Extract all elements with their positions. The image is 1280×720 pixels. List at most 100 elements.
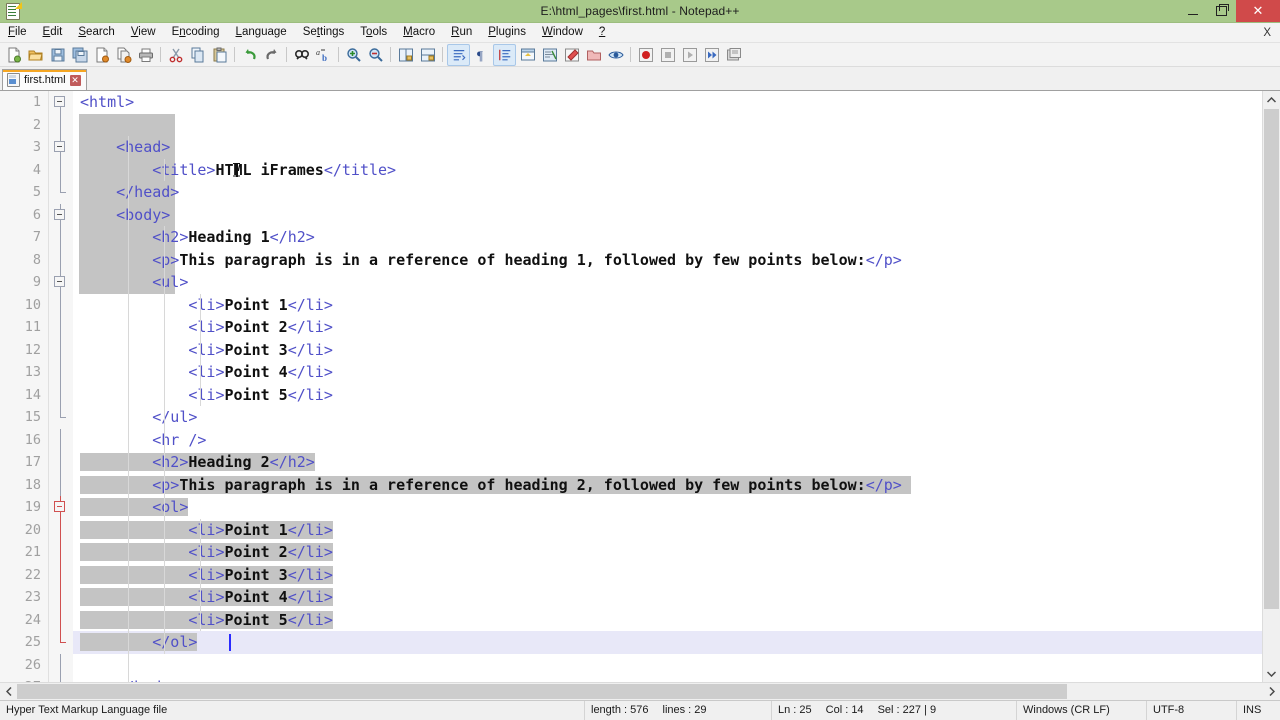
code-row[interactable]: 11 <li>Point 2</li> <box>0 316 1262 339</box>
menu-macro[interactable]: Macro <box>395 23 443 42</box>
function-list-icon[interactable] <box>561 45 582 65</box>
status-encoding[interactable]: UTF-8 <box>1147 701 1237 720</box>
fold-margin[interactable] <box>48 608 73 631</box>
menu-window[interactable]: Window <box>534 23 591 42</box>
menu-search[interactable]: Search <box>70 23 122 42</box>
macro-play-icon[interactable] <box>679 45 700 65</box>
code-row[interactable]: 2 <box>0 113 1262 136</box>
code-row[interactable]: 8 <p>This paragraph is in a reference of… <box>0 248 1262 271</box>
code-row[interactable]: 3 <head> <box>0 136 1262 159</box>
status-eol[interactable]: Windows (CR LF) <box>1017 701 1147 720</box>
close-all-files-icon[interactable] <box>113 45 134 65</box>
monitoring-icon[interactable] <box>605 45 626 65</box>
vertical-scroll-thumb[interactable] <box>1264 109 1279 609</box>
fold-margin[interactable] <box>48 316 73 339</box>
menu-tools[interactable]: Tools <box>352 23 395 42</box>
fold-margin[interactable] <box>48 676 73 682</box>
fold-margin[interactable] <box>48 91 73 114</box>
fold-margin[interactable] <box>48 406 73 429</box>
new-file-icon[interactable] <box>3 45 24 65</box>
sync-horizontal-scroll-icon[interactable] <box>417 45 438 65</box>
code-row[interactable]: 19 <ol> <box>0 496 1262 519</box>
open-file-icon[interactable] <box>25 45 46 65</box>
print-icon[interactable] <box>135 45 156 65</box>
code-row[interactable]: 26 <box>0 653 1262 676</box>
macro-record-icon[interactable] <box>635 45 656 65</box>
code-row[interactable]: 22 <li>Point 3</li> <box>0 563 1262 586</box>
code-row[interactable]: 27 </body> <box>0 676 1262 682</box>
fold-margin[interactable] <box>48 451 73 474</box>
code-row[interactable]: 18 <p>This paragraph is in a reference o… <box>0 473 1262 496</box>
fold-margin[interactable] <box>48 473 73 496</box>
code-row[interactable]: 21 <li>Point 2</li> <box>0 541 1262 564</box>
menu-file[interactable]: File <box>0 23 35 42</box>
code-row[interactable]: 10 <li>Point 1</li> <box>0 293 1262 316</box>
code-row[interactable]: 7 <h2>Heading 1</h2> <box>0 226 1262 249</box>
zoom-out-icon[interactable] <box>365 45 386 65</box>
fold-margin[interactable] <box>48 181 73 204</box>
tab-first-html[interactable]: first.html ✕ <box>2 69 87 90</box>
cut-icon[interactable] <box>165 45 186 65</box>
code-row[interactable]: 24 <li>Point 5</li> <box>0 608 1262 631</box>
fold-margin[interactable] <box>48 248 73 271</box>
close-file-icon[interactable] <box>91 45 112 65</box>
word-wrap-icon[interactable] <box>447 43 470 66</box>
replace-icon[interactable]: a b <box>313 45 334 65</box>
menu-settings[interactable]: Settings <box>295 23 353 42</box>
close-window-button[interactable]: ✕ <box>1236 0 1280 22</box>
menu-plugins[interactable]: Plugins <box>480 23 534 42</box>
fold-margin[interactable] <box>48 496 73 519</box>
fold-margin[interactable] <box>48 113 73 136</box>
macro-run-multiple-icon[interactable] <box>701 45 722 65</box>
fold-margin[interactable] <box>48 563 73 586</box>
fold-margin[interactable] <box>48 361 73 384</box>
fold-margin[interactable] <box>48 293 73 316</box>
horizontal-scroll-thumb[interactable] <box>17 684 1067 699</box>
code-row[interactable]: 23 <li>Point 4</li> <box>0 586 1262 609</box>
fold-margin[interactable] <box>48 226 73 249</box>
folder-as-workspace-icon[interactable] <box>583 45 604 65</box>
code-row[interactable]: 20 <li>Point 1</li> <box>0 518 1262 541</box>
fold-collapse-icon[interactable] <box>54 96 65 107</box>
scroll-down-icon[interactable] <box>1263 665 1280 682</box>
scroll-right-icon[interactable] <box>1263 683 1280 700</box>
code-row[interactable]: 9 <ul> <box>0 271 1262 294</box>
fold-margin[interactable] <box>48 383 73 406</box>
redo-icon[interactable] <box>261 45 282 65</box>
copy-icon[interactable] <box>187 45 208 65</box>
save-all-icon[interactable] <box>69 45 90 65</box>
horizontal-scroll-track[interactable] <box>17 683 1263 700</box>
fold-margin[interactable] <box>48 518 73 541</box>
fold-margin[interactable] <box>48 136 73 159</box>
save-icon[interactable] <box>47 45 68 65</box>
fold-margin[interactable] <box>48 338 73 361</box>
menu-run[interactable]: Run <box>443 23 480 42</box>
find-icon[interactable] <box>291 45 312 65</box>
code-row[interactable]: 16 <hr /> <box>0 428 1262 451</box>
code-row[interactable]: 13 <li>Point 4</li> <box>0 361 1262 384</box>
tab-close-icon[interactable]: ✕ <box>69 74 81 86</box>
code-row[interactable]: 6 <body> <box>0 203 1262 226</box>
maximize-restore-button[interactable] <box>1207 0 1236 22</box>
fold-collapse-icon[interactable] <box>54 276 65 287</box>
fold-margin[interactable] <box>48 428 73 451</box>
horizontal-scrollbar[interactable] <box>0 682 1280 700</box>
paste-icon[interactable] <box>209 45 230 65</box>
menu-encoding[interactable]: Encoding <box>164 23 228 42</box>
fold-collapse-icon[interactable] <box>54 141 65 152</box>
close-document-button[interactable]: X <box>1263 27 1271 39</box>
fold-margin[interactable] <box>48 586 73 609</box>
fold-collapse-icon[interactable] <box>54 501 65 512</box>
code-canvas[interactable]: 1 <html> 2 3 <head> 4 <title>HTML iFrame… <box>0 91 1262 682</box>
vertical-scrollbar[interactable] <box>1262 91 1280 682</box>
code-row[interactable]: 1 <html> <box>0 91 1262 114</box>
status-insert-mode[interactable]: INS <box>1237 701 1280 720</box>
fold-margin[interactable] <box>48 653 73 676</box>
code-row-current[interactable]: 25 </ol> <box>0 631 1262 654</box>
code-row[interactable]: 5 </head> <box>0 181 1262 204</box>
scroll-up-icon[interactable] <box>1263 91 1280 108</box>
menu-view[interactable]: View <box>123 23 164 42</box>
code-row[interactable]: 4 <title>HTML iFrames</title> <box>0 158 1262 181</box>
show-all-characters-icon[interactable]: ¶ <box>471 45 492 65</box>
code-row[interactable]: 17 <h2>Heading 2</h2> <box>0 451 1262 474</box>
